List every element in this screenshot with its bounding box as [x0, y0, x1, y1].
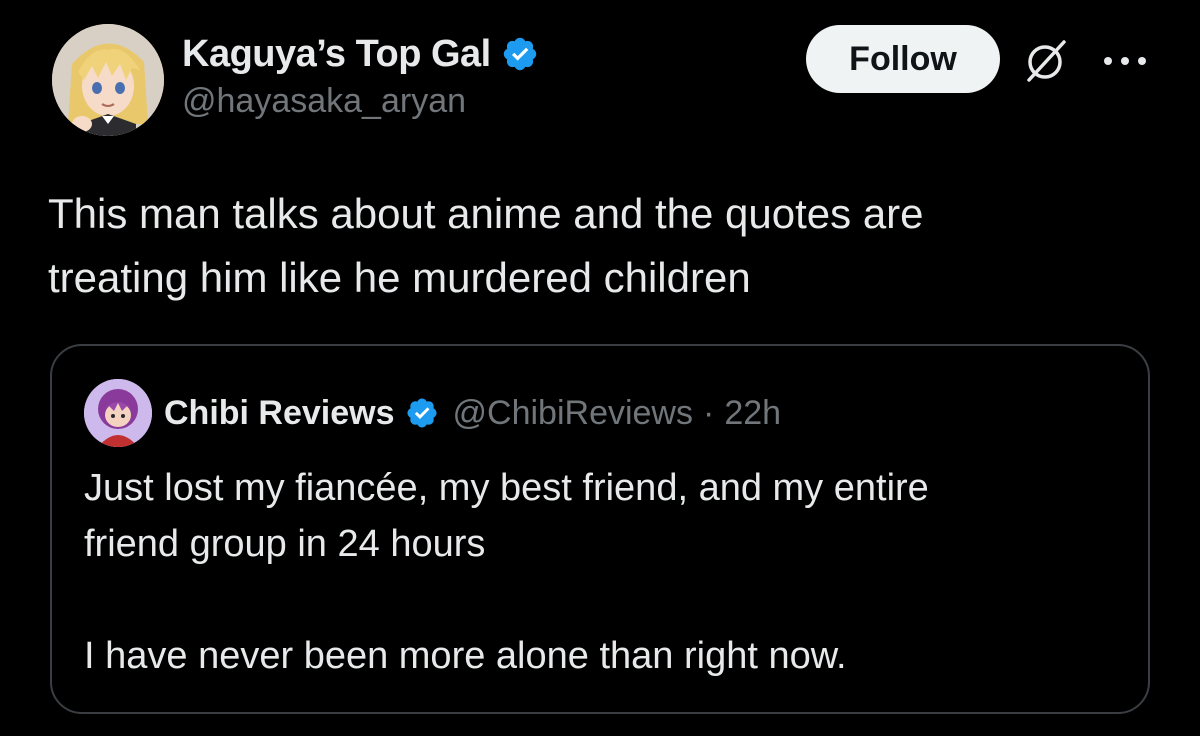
quoted-text-line: Just lost my fiancée, my best friend, an…	[84, 467, 929, 509]
chibi-avatar-image	[84, 379, 152, 447]
tweet-text: This man talks about anime and the quote…	[48, 182, 1158, 310]
quoted-author-avatar[interactable]	[84, 379, 152, 447]
post: Kaguya’s Top Gal @hayasaka_aryan Follow …	[0, 0, 1200, 736]
tweet-text-line: treating him like he murdered children	[48, 254, 751, 301]
verified-badge-icon[interactable]	[405, 396, 439, 430]
author-avatar[interactable]	[52, 24, 164, 136]
quoted-tweet-text: Just lost my fiancée, my best friend, an…	[84, 460, 1114, 684]
grok-icon[interactable]	[1020, 36, 1070, 86]
quoted-timestamp[interactable]: 22h	[724, 394, 781, 433]
tweet-text-line: This man talks about anime and the quote…	[48, 190, 924, 237]
quoted-text-line: friend group in 24 hours	[84, 523, 486, 565]
quoted-author-handle[interactable]: @ChibiReviews	[453, 394, 693, 433]
author-display-name[interactable]: Kaguya’s Top Gal	[182, 33, 491, 76]
quoted-tweet-header: Chibi Reviews @ChibiReviews · 22h	[84, 378, 781, 448]
quoted-tweet-card[interactable]: Chibi Reviews @ChibiReviews · 22h Just l…	[50, 344, 1150, 714]
verified-badge-icon[interactable]	[501, 35, 539, 73]
quoted-text-line: I have never been more alone than right …	[84, 635, 847, 677]
follow-button[interactable]: Follow	[806, 25, 1000, 93]
more-options-icon[interactable]	[1100, 46, 1150, 76]
author-info: Kaguya’s Top Gal @hayasaka_aryan	[182, 30, 539, 121]
quoted-author-display-name[interactable]: Chibi Reviews	[164, 394, 395, 433]
separator-dot: ·	[703, 393, 715, 432]
author-handle[interactable]: @hayasaka_aryan	[182, 82, 539, 121]
display-name-row: Kaguya’s Top Gal	[182, 30, 539, 78]
anime-avatar-image	[52, 24, 164, 136]
